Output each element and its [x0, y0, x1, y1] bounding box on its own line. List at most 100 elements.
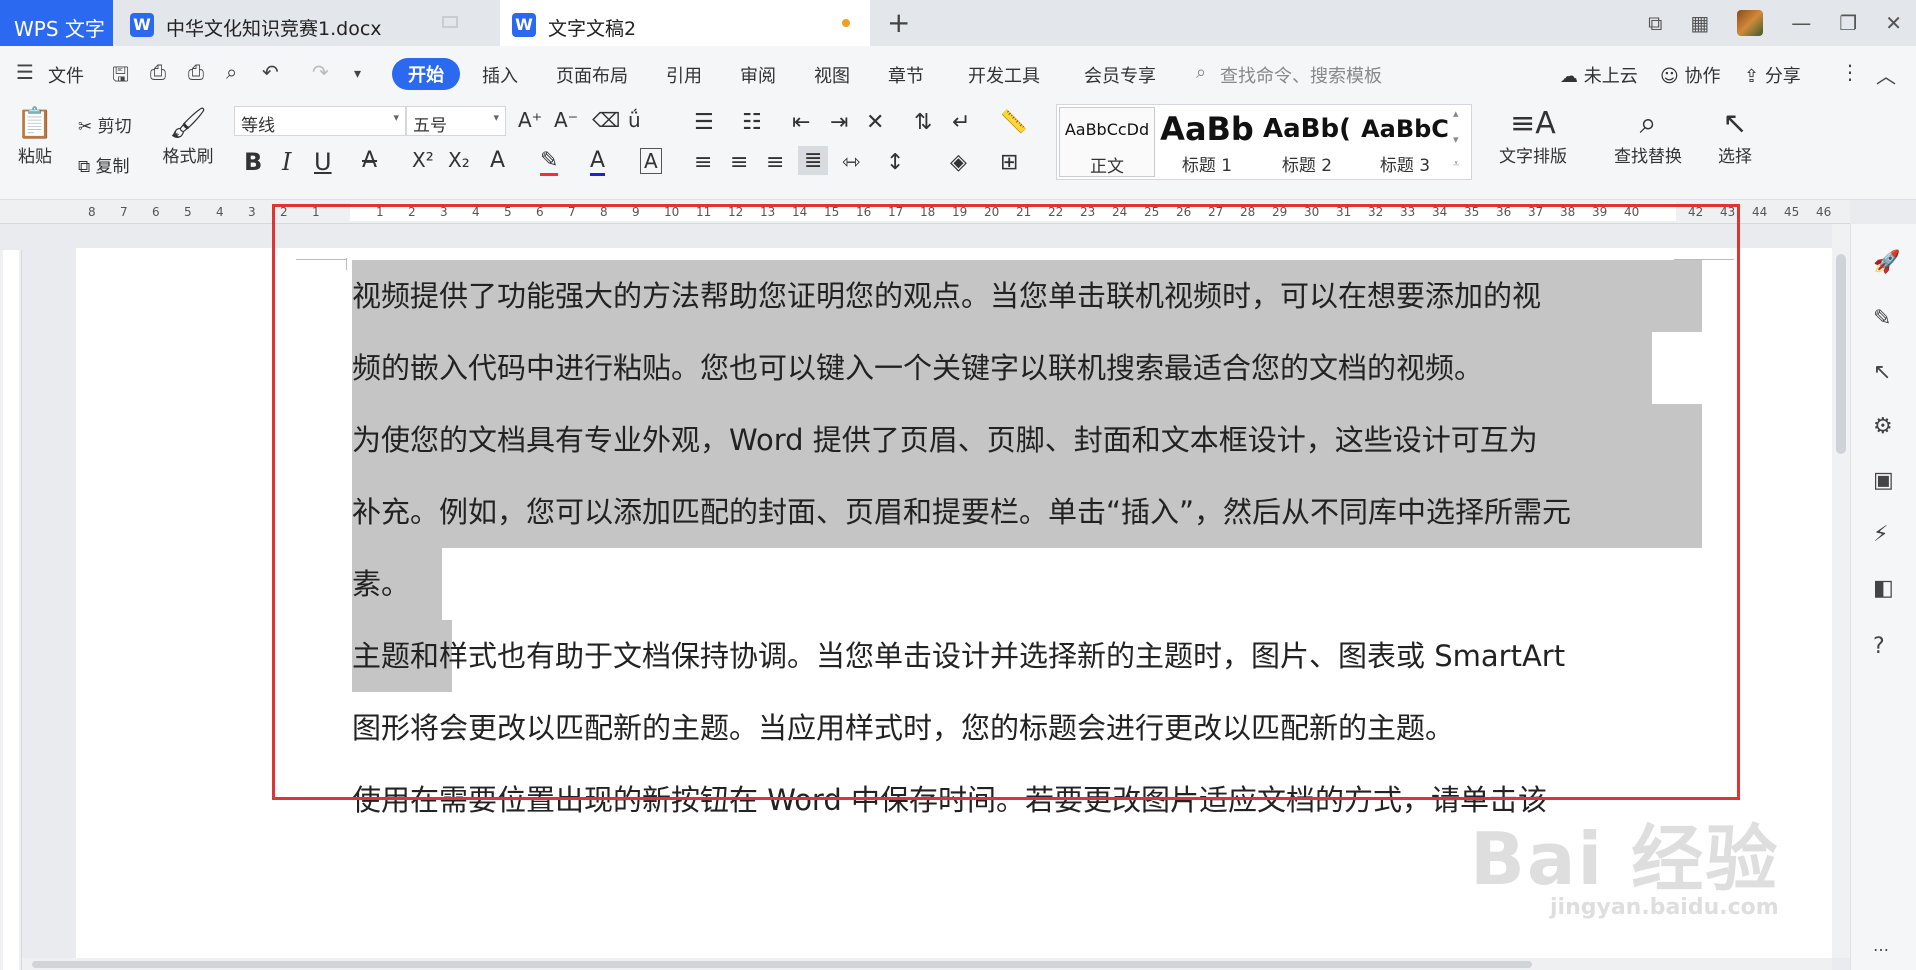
align-left-icon[interactable]: ≡ — [694, 150, 712, 175]
book-icon[interactable]: ◧ — [1873, 576, 1894, 601]
share-button[interactable]: ⇪ 分享 — [1744, 62, 1801, 88]
strikethrough-icon[interactable]: A — [362, 148, 377, 173]
style-heading-1-name: 标题 1 — [1181, 156, 1233, 176]
undo-icon[interactable]: ↶ — [262, 60, 279, 84]
paste-button[interactable]: 📋 粘贴 — [12, 106, 58, 167]
decrease-indent-icon[interactable]: ⇤ — [792, 110, 810, 135]
collapse-ribbon-icon[interactable]: ︿ — [1876, 60, 1896, 89]
avatar[interactable] — [1737, 10, 1764, 36]
borders-icon[interactable]: ⊞ — [1000, 150, 1018, 175]
wps-app-tab[interactable]: WPS 文字 — [0, 0, 113, 46]
close-icon[interactable]: ✕ — [1885, 11, 1902, 35]
bullet-list-icon[interactable]: ☰ — [694, 110, 714, 135]
hamburger-icon[interactable]: ☰ — [16, 60, 34, 84]
justify-icon[interactable]: ≣ — [798, 146, 829, 175]
superscript-icon[interactable]: X² — [412, 148, 434, 172]
share-label: 分享 — [1764, 66, 1801, 87]
document-tab-2[interactable]: W 文字文稿2 — [500, 0, 870, 46]
customize-dropdown-icon[interactable]: ▾ — [354, 66, 361, 82]
file-menu[interactable]: 文件 — [48, 62, 84, 88]
text-layout-button[interactable]: ≡A 文字排版 — [1488, 106, 1578, 167]
align-right-icon[interactable]: ≡ — [766, 150, 784, 175]
italic-icon[interactable]: I — [282, 148, 291, 176]
tab-page-layout[interactable]: 页面布局 — [556, 62, 628, 88]
numbered-list-icon[interactable]: ☷ — [742, 110, 762, 135]
pen-icon[interactable]: ✎ — [1873, 306, 1891, 331]
sort-icon[interactable]: ⇅ — [914, 110, 932, 135]
increase-font-icon[interactable]: A⁺ — [518, 108, 542, 132]
show-marks-icon[interactable]: ↵ — [952, 110, 970, 135]
collaborate-button[interactable]: ☺ 协作 — [1660, 62, 1721, 88]
line-spacing-icon[interactable]: ↕ — [886, 150, 904, 175]
watermark-subtext: jingyan.baidu.com — [1550, 895, 1779, 920]
print-icon[interactable]: ⎙ — [188, 60, 204, 84]
font-size-select[interactable]: 五号 ▾ — [406, 106, 506, 136]
chinese-layout-icon[interactable]: ✕ — [866, 110, 884, 135]
tab-insert[interactable]: 插入 — [482, 62, 518, 88]
gallery-expand-icon[interactable]: ⩡ — [1453, 157, 1459, 171]
grid-apps-icon[interactable]: ▦ — [1690, 11, 1709, 35]
more-icon[interactable]: … — [1873, 936, 1889, 955]
tab-review[interactable]: 审阅 — [740, 62, 776, 88]
monitor-icon[interactable] — [442, 16, 458, 28]
tab-references[interactable]: 引用 — [666, 62, 702, 88]
horizontal-scroll-thumb[interactable] — [32, 961, 1532, 968]
restore-icon[interactable]: ❐ — [1839, 11, 1857, 35]
document-tab-1[interactable]: W 中华文化知识竞赛1.docx — [118, 0, 498, 46]
character-border-icon[interactable]: A — [640, 148, 662, 174]
save-icon[interactable]: 🖫 — [112, 60, 129, 94]
horizontal-scrollbar[interactable] — [22, 958, 1832, 970]
style-heading-3[interactable]: AaBbC 标题 3 — [1357, 107, 1453, 177]
select-button[interactable]: ↖ 选择 — [1702, 106, 1768, 167]
phonetic-guide-icon[interactable]: ǘ — [628, 108, 641, 132]
help-icon[interactable]: ? — [1873, 634, 1885, 659]
tab-developer[interactable]: 开发工具 — [968, 62, 1040, 88]
pointer-icon[interactable]: ↖ — [1873, 360, 1891, 385]
print-preview-icon[interactable]: ⌕ — [226, 60, 237, 84]
increase-indent-icon[interactable]: ⇥ — [830, 110, 848, 135]
shading-icon[interactable]: ◈ — [950, 150, 967, 175]
page-count-icon[interactable]: ⧉ — [1648, 11, 1662, 35]
vertical-scrollbar[interactable] — [1832, 224, 1850, 958]
tab-chapter[interactable]: 章节 — [888, 62, 924, 88]
cloud-status[interactable]: ☁ 未上云 — [1560, 62, 1638, 88]
copy-button[interactable]: ⧉ 复制 — [78, 152, 130, 177]
vertical-ruler[interactable] — [0, 250, 22, 970]
minimize-icon[interactable]: — — [1791, 11, 1811, 35]
rocket-icon[interactable]: 🚀 — [1873, 250, 1900, 275]
style-heading-2[interactable]: AaBb( 标题 2 — [1259, 107, 1355, 177]
clear-format-icon[interactable]: ⌫ — [592, 108, 620, 132]
highlight-icon[interactable]: ✎ — [540, 148, 559, 176]
text-effect-icon[interactable]: A — [490, 148, 505, 173]
lightning-icon[interactable]: ⚡ — [1873, 522, 1888, 547]
decrease-font-icon[interactable]: A⁻ — [554, 108, 578, 132]
tab-home[interactable]: 开始 — [392, 58, 460, 90]
redo-icon[interactable]: ↷ — [312, 60, 329, 84]
font-color-icon[interactable]: A — [590, 148, 606, 176]
format-painter-button[interactable]: 🖌 格式刷 — [158, 106, 218, 167]
ruler-toggle-icon[interactable]: 📏 — [1000, 110, 1027, 135]
gallery-scroll-down-icon[interactable]: ▾ — [1453, 133, 1459, 146]
align-center-icon[interactable]: ≡ — [730, 150, 748, 175]
underline-icon[interactable]: U — [314, 148, 332, 176]
vertical-scroll-thumb[interactable] — [1836, 254, 1846, 454]
style-normal[interactable]: AaBbCcDd 正文 — [1059, 107, 1155, 177]
scissors-icon: ✂ — [78, 117, 98, 137]
style-heading-1[interactable]: AaBb 标题 1 — [1159, 107, 1255, 177]
tab-view[interactable]: 视图 — [814, 62, 850, 88]
subscript-icon[interactable]: X₂ — [448, 148, 470, 172]
sliders-icon[interactable]: ⚙ — [1873, 414, 1893, 439]
distributed-align-icon[interactable]: ⇿ — [842, 150, 860, 175]
find-replace-button[interactable]: ⌕ 查找替换 — [1600, 106, 1696, 167]
more-options-icon[interactable]: ⋮ — [1840, 60, 1860, 84]
cut-button[interactable]: ✂ 剪切 — [78, 112, 132, 137]
tab-member[interactable]: 会员专享 — [1084, 62, 1156, 88]
export-pdf-icon[interactable]: ⎙ — [150, 60, 166, 84]
gallery-scroll-up-icon[interactable]: ▴ — [1453, 107, 1459, 120]
search-input[interactable]: 查找命令、搜索模板 — [1220, 62, 1382, 88]
bold-icon[interactable]: B — [244, 148, 262, 176]
image-icon[interactable]: ▣ — [1873, 468, 1894, 493]
font-name-select[interactable]: 等线 ▾ — [234, 106, 406, 136]
new-tab-button[interactable]: + — [887, 6, 910, 39]
cloud-icon: ☁ — [1560, 66, 1584, 87]
